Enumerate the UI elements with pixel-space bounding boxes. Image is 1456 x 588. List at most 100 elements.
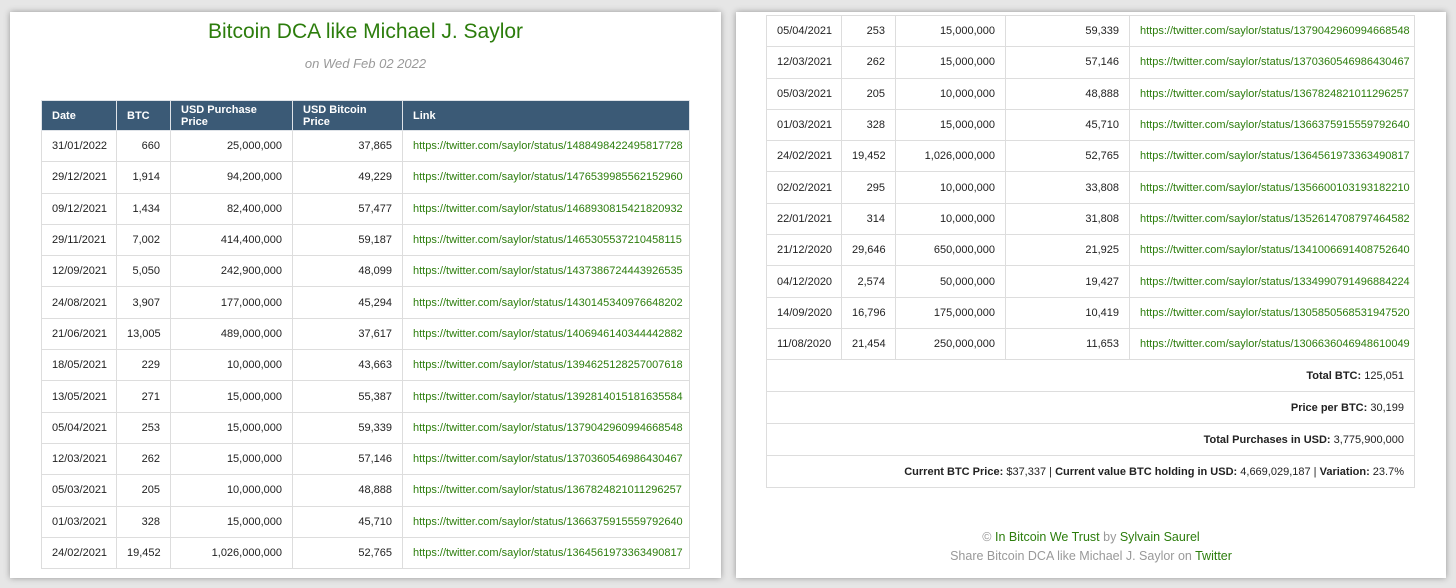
total-purchases: Total Purchases in USD: 3,775,900,000 <box>766 423 1415 457</box>
cell-usd-purchase-price: 242,900,000 <box>170 255 293 288</box>
cell-usd-bitcoin-price: 21,925 <box>1005 234 1130 267</box>
cell-link[interactable]: https://twitter.com/saylor/status/136782… <box>402 474 690 507</box>
page-title: Bitcoin DCA like Michael J. Saylor <box>207 20 524 43</box>
cell-link[interactable]: https://twitter.com/saylor/status/137904… <box>402 411 690 444</box>
price-per-btc: Price per BTC: 30,199 <box>766 391 1415 425</box>
table-row: 21/12/2020 29,646 650,000,000 21,925 https:/… <box>766 234 1415 267</box>
cell-usd-purchase-price: 82,400,000 <box>170 192 293 225</box>
cell-usd-purchase-price: 50,000,000 <box>895 265 1006 298</box>
author-link[interactable]: Sylvain Saurel <box>1120 530 1200 544</box>
table-row: 18/05/2021 229 10,000,000 43,663 https://twi… <box>41 349 690 382</box>
cell-link[interactable]: https://twitter.com/saylor/status/136456… <box>402 536 690 570</box>
header-link[interactable]: Link <box>402 100 690 131</box>
cell-btc: 205 <box>841 77 896 110</box>
cell-btc: 19,452 <box>841 140 896 173</box>
table-row: 29/12/2021 1,914 94,200,000 49,229 https://t… <box>41 161 690 194</box>
cell-link[interactable]: https://twitter.com/saylor/status/143014… <box>402 286 690 319</box>
cell-usd-bitcoin-price: 31,808 <box>1005 202 1130 236</box>
cell-usd-bitcoin-price: 10,419 <box>1005 296 1130 329</box>
cell-btc: 16,796 <box>841 296 896 329</box>
cell-link[interactable]: https://twitter.com/saylor/status/134100… <box>1129 234 1415 267</box>
total-purchases-row: Total Purchases in USD: 3,775,900,000 <box>766 423 1415 457</box>
total-btc-row: Total BTC: 125,051 <box>766 359 1415 393</box>
cell-link[interactable]: https://twitter.com/saylor/status/140694… <box>402 317 690 351</box>
cell-date: 11/08/2020 <box>766 327 842 361</box>
cell-date: 22/01/2021 <box>766 202 842 236</box>
table-row: 24/02/2021 19,452 1,026,000,000 52,765 https… <box>766 140 1415 173</box>
cell-usd-bitcoin-price: 52,765 <box>292 536 403 570</box>
cell-link[interactable]: https://twitter.com/saylor/status/130663… <box>1129 327 1415 361</box>
total-btc-label: Total BTC: <box>1306 369 1362 382</box>
cell-usd-bitcoin-price: 48,888 <box>292 474 403 507</box>
cell-date: 01/03/2021 <box>766 108 842 142</box>
table-row: 11/08/2020 21,454 250,000,000 11,653 https:/… <box>766 327 1415 361</box>
cell-date: 24/02/2021 <box>41 536 117 570</box>
cell-link[interactable]: https://twitter.com/saylor/status/137036… <box>1129 46 1415 79</box>
price-per-btc-value: 30,199 <box>1370 401 1404 414</box>
separator: | <box>1310 465 1320 478</box>
variation-value: 23.7% <box>1372 465 1404 478</box>
cell-usd-bitcoin-price: 37,865 <box>292 129 403 163</box>
table-row: 12/03/2021 262 15,000,000 57,146 https://twi… <box>766 46 1415 79</box>
footer-share: Share Bitcoin DCA like Michael J. Saylor… <box>736 549 1446 563</box>
cell-date: 12/03/2021 <box>766 46 842 79</box>
total-purchases-label: Total Purchases in USD: <box>1203 433 1331 446</box>
cell-date: 13/05/2021 <box>41 380 117 413</box>
cell-link[interactable]: https://twitter.com/saylor/status/139281… <box>402 380 690 413</box>
table-body-right: 05/04/2021 253 15,000,000 59,339 https://twi… <box>766 14 1415 361</box>
cell-usd-bitcoin-price: 57,146 <box>292 442 403 476</box>
cell-usd-bitcoin-price: 59,339 <box>1005 14 1130 48</box>
cell-link[interactable]: https://twitter.com/saylor/status/146530… <box>402 223 690 257</box>
header-date[interactable]: Date <box>41 100 117 131</box>
cell-link[interactable]: https://twitter.com/saylor/status/139462… <box>402 349 690 382</box>
cell-link[interactable]: https://twitter.com/saylor/status/133499… <box>1129 265 1415 298</box>
cell-usd-purchase-price: 10,000,000 <box>895 77 1006 110</box>
cell-usd-purchase-price: 10,000,000 <box>170 474 293 507</box>
cell-link[interactable]: https://twitter.com/saylor/status/136782… <box>1129 77 1415 110</box>
cell-usd-bitcoin-price: 19,427 <box>1005 265 1130 298</box>
header-usd-purchase-price[interactable]: USD Purchase Price <box>170 100 293 131</box>
cell-btc: 29,646 <box>841 234 896 267</box>
twitter-link[interactable]: Twitter <box>1195 549 1232 563</box>
table-row: 01/03/2021 328 15,000,000 45,710 https://twi… <box>766 108 1415 142</box>
cell-date: 02/02/2021 <box>766 171 842 204</box>
table-row: 21/06/2021 13,005 489,000,000 37,617 https:/… <box>41 317 690 351</box>
cell-link[interactable]: https://twitter.com/saylor/status/136456… <box>1129 140 1415 173</box>
table-row: 05/03/2021 205 10,000,000 48,888 https://twi… <box>766 77 1415 110</box>
cell-usd-bitcoin-price: 45,710 <box>1005 108 1130 142</box>
cell-link[interactable]: https://twitter.com/saylor/status/136637… <box>1129 108 1415 142</box>
cell-usd-bitcoin-price: 49,229 <box>292 161 403 194</box>
cell-link[interactable]: https://twitter.com/saylor/status/130585… <box>1129 296 1415 329</box>
cell-date: 09/12/2021 <box>41 192 117 225</box>
cell-date: 05/03/2021 <box>41 474 117 507</box>
table-row: 24/08/2021 3,907 177,000,000 45,294 https://… <box>41 286 690 319</box>
cell-link[interactable]: https://twitter.com/saylor/status/137904… <box>1129 14 1415 48</box>
cell-link[interactable]: https://twitter.com/saylor/status/135261… <box>1129 202 1415 236</box>
cell-btc: 3,907 <box>116 286 171 319</box>
cell-link[interactable]: https://twitter.com/saylor/status/147653… <box>402 161 690 194</box>
cell-link[interactable]: https://twitter.com/saylor/status/146893… <box>402 192 690 225</box>
cell-btc: 19,452 <box>116 536 171 570</box>
cell-date: 29/11/2021 <box>41 223 117 257</box>
table-row: 04/12/2020 2,574 50,000,000 19,427 https://t… <box>766 265 1415 298</box>
cell-link[interactable]: https://twitter.com/saylor/status/137036… <box>402 442 690 476</box>
site-link[interactable]: In Bitcoin We Trust <box>995 530 1100 544</box>
cell-usd-bitcoin-price: 57,477 <box>292 192 403 225</box>
total-purchases-value: 3,775,900,000 <box>1333 433 1404 446</box>
cell-link[interactable]: https://twitter.com/saylor/status/135660… <box>1129 171 1415 204</box>
cell-date: 05/04/2021 <box>766 14 842 48</box>
current-value-row: Current BTC Price: $37,337 | Current val… <box>766 455 1415 489</box>
header-btc[interactable]: BTC <box>116 100 171 131</box>
cell-link[interactable]: https://twitter.com/saylor/status/143738… <box>402 255 690 288</box>
table-row: 22/01/2021 314 10,000,000 31,808 https://twi… <box>766 202 1415 236</box>
cell-link[interactable]: https://twitter.com/saylor/status/148849… <box>402 129 690 163</box>
cell-btc: 1,434 <box>116 192 171 225</box>
header-usd-bitcoin-price[interactable]: USD Bitcoin Price <box>292 100 403 131</box>
current-value-label: Current value BTC holding in USD: <box>1055 465 1238 478</box>
cell-date: 12/03/2021 <box>41 442 117 476</box>
cell-date: 24/02/2021 <box>766 140 842 173</box>
cell-usd-bitcoin-price: 45,710 <box>292 505 403 538</box>
cell-usd-bitcoin-price: 59,339 <box>292 411 403 444</box>
table-row: 01/03/2021 328 15,000,000 45,710 https://twi… <box>41 505 690 538</box>
cell-link[interactable]: https://twitter.com/saylor/status/136637… <box>402 505 690 538</box>
